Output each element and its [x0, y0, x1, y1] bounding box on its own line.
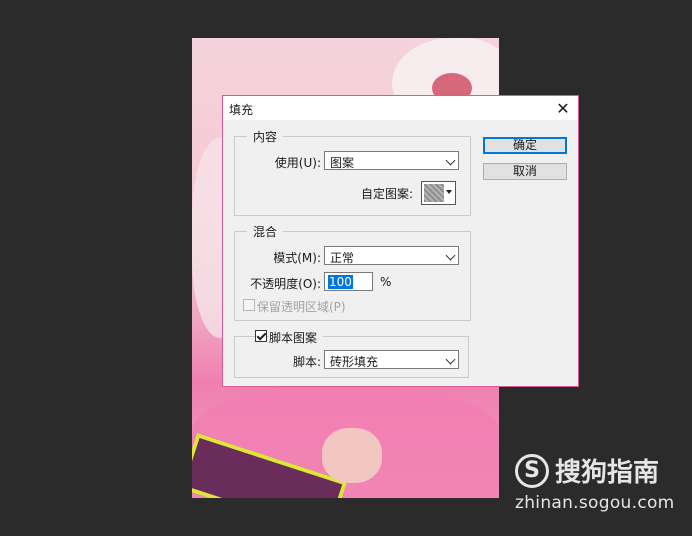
dialog-titlebar: 填充 ✕: [223, 96, 578, 120]
script-select-value: 砖形填充: [330, 355, 379, 369]
blend-group-legend: 混合: [247, 223, 284, 240]
opacity-unit: %: [380, 275, 392, 289]
opacity-label: 不透明度(O):: [250, 277, 321, 291]
cancel-button[interactable]: 取消: [483, 163, 567, 180]
chevron-down-icon: [445, 250, 456, 261]
dialog-title: 填充: [229, 103, 254, 117]
script-select[interactable]: 砖形填充: [324, 350, 459, 369]
script-pattern-checkbox[interactable]: [255, 330, 267, 342]
mode-select-value: 正常: [330, 251, 355, 265]
preserve-transparency-checkbox[interactable]: [243, 299, 255, 311]
watermark-brand: 搜狗指南: [555, 458, 660, 488]
opacity-input[interactable]: 100: [324, 272, 373, 291]
use-select-value: 图案: [330, 156, 355, 170]
watermark-url: zhinan.sogou.com: [515, 493, 675, 513]
fill-dialog: 填充 ✕ 确定 取消 内容 使用(U): 图案 自定图案: 混合 模式(M): …: [222, 95, 579, 387]
script-pattern-label: 脚本图案: [269, 329, 324, 346]
sogou-logo-icon: S: [515, 453, 549, 488]
script-label: 脚本:: [292, 355, 321, 369]
mode-label: 模式(M):: [273, 251, 321, 265]
opacity-value: 100: [328, 275, 353, 289]
hand-shape: [322, 428, 382, 483]
preserve-transparency-label: 保留透明区域(P): [257, 300, 346, 314]
dropdown-arrow-icon: [446, 190, 452, 194]
close-icon[interactable]: ✕: [552, 98, 574, 118]
ok-button[interactable]: 确定: [483, 137, 567, 154]
use-select[interactable]: 图案: [324, 151, 459, 170]
chevron-down-icon: [445, 354, 456, 365]
custom-pattern-picker[interactable]: [421, 181, 456, 205]
pattern-swatch: [424, 184, 444, 202]
watermark-logo: S 搜狗指南: [515, 452, 675, 489]
mode-select[interactable]: 正常: [324, 246, 459, 265]
content-group-legend: 内容: [247, 128, 284, 145]
chevron-down-icon: [445, 155, 456, 166]
use-label: 使用(U):: [274, 156, 321, 170]
custom-pattern-label: 自定图案:: [360, 187, 413, 201]
watermark: S 搜狗指南 zhinan.sogou.com: [515, 452, 675, 513]
